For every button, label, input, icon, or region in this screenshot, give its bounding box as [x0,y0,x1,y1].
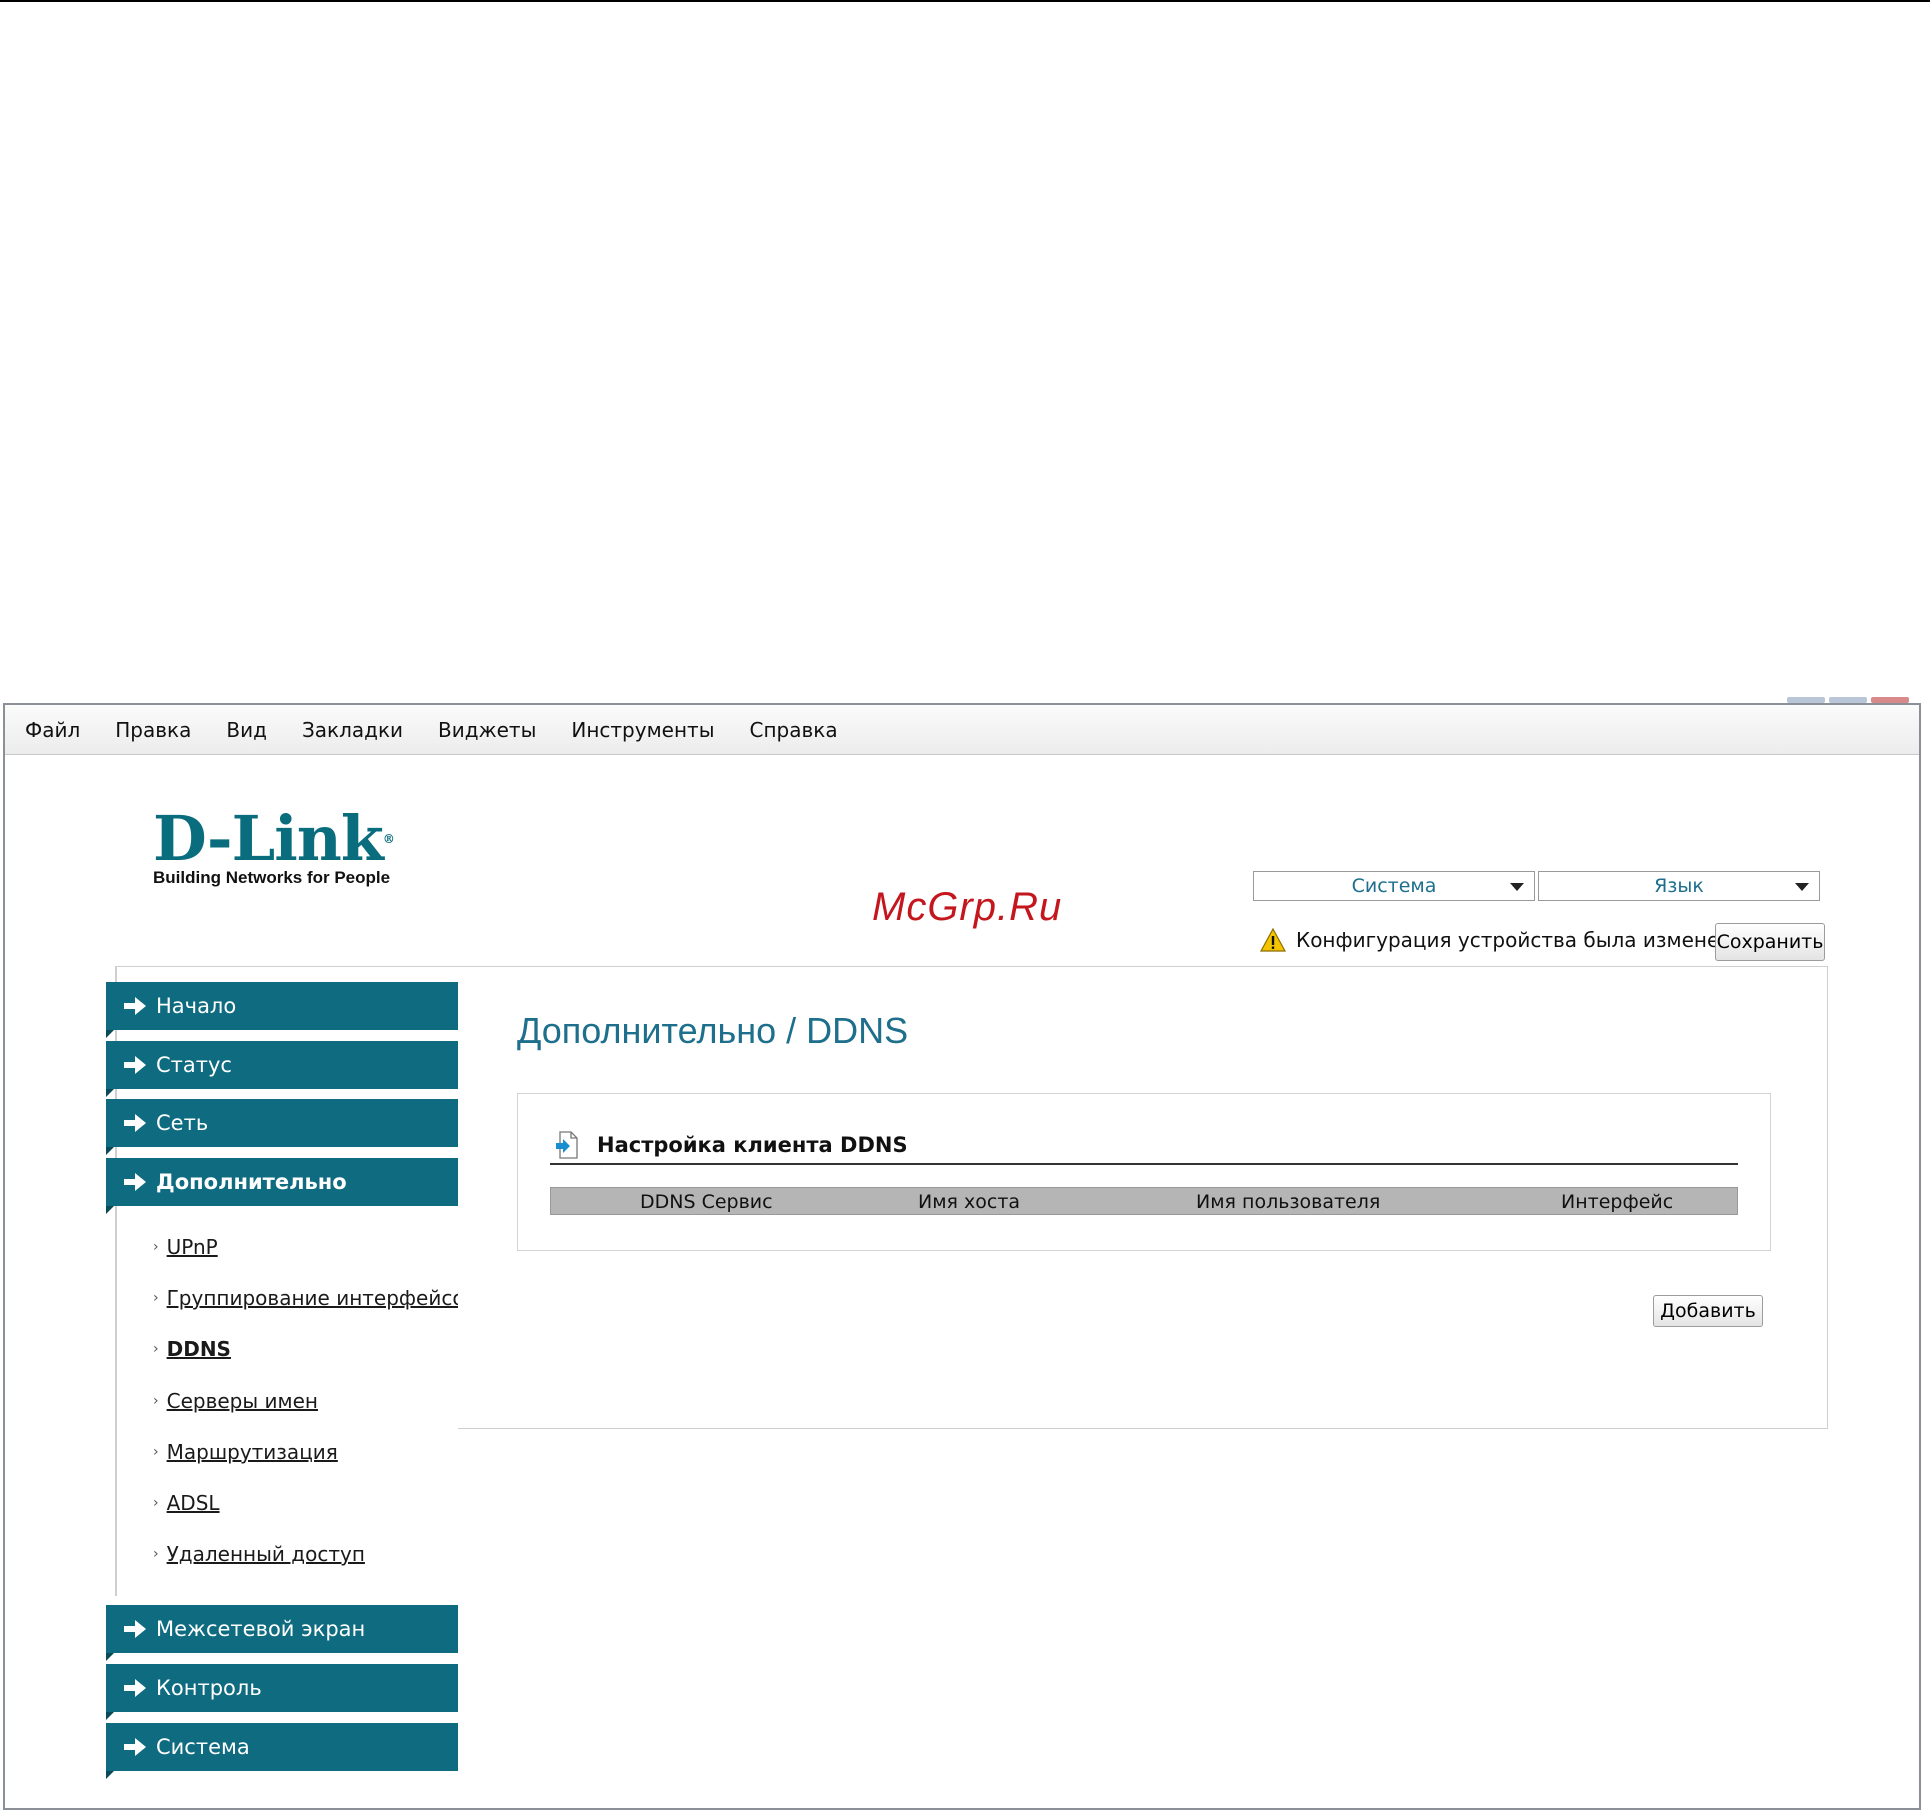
nav-item-advanced[interactable]: Дополнительно [106,1158,458,1214]
maximize-button[interactable] [1829,697,1867,703]
bullet-icon: › [153,1239,159,1255]
language-select[interactable]: Язык [1538,871,1820,901]
sub-item-ddns[interactable]: › DDNS [153,1337,231,1361]
nav-item-control[interactable]: Контроль [106,1664,458,1720]
ddns-table-header: DDNS Сервис Имя хоста Имя пользователя И… [550,1187,1738,1215]
nav-item-firewall[interactable]: Межсетевой экран [106,1605,458,1661]
sub-item-label: Группирование интерфейсов [166,1286,477,1310]
arrow-right-icon [124,1738,146,1756]
arrow-right-icon [124,1679,146,1697]
bullet-icon: › [153,1444,159,1460]
menu-widgets[interactable]: Виджеты [438,718,536,742]
menu-tools[interactable]: Инструменты [571,718,714,742]
browser-window: Файл Правка Вид Закладки Виджеты Инструм… [3,697,1921,1810]
watermark: McGrp.Ru [872,885,1063,929]
notice-text: Конфигурация устройства была изменена [1296,928,1745,952]
system-select-value: Система [1351,875,1437,897]
document-arrow-icon [556,1131,578,1159]
nav-item-label: Сеть [156,1111,209,1135]
chevron-down-icon [1510,883,1524,891]
language-select-value: Язык [1654,875,1704,897]
chevron-down-icon [1795,883,1809,891]
column-header-interface: Интерфейс [1561,1191,1674,1213]
top-rule [0,0,1930,2]
sub-item-interface-grouping[interactable]: › Группирование интерфейсов [153,1286,476,1310]
menu-help[interactable]: Справка [749,718,837,742]
sub-item-label: DDNS [166,1337,231,1361]
config-changed-notice: Конфигурация устройства была изменена [1260,928,1745,952]
sub-item-label: Удаленный доступ [166,1542,365,1566]
menu-bookmarks[interactable]: Закладки [302,718,403,742]
sub-item-remote-access[interactable]: › Удаленный доступ [153,1542,365,1566]
window-controls [1787,697,1909,703]
arrow-right-icon [124,1173,146,1191]
minimize-button[interactable] [1787,697,1825,703]
nav-item-label: Дополнительно [156,1170,347,1194]
sub-item-upnp[interactable]: › UPnP [153,1235,218,1259]
nav-item-status[interactable]: Статус [106,1041,458,1097]
bullet-icon: › [153,1546,159,1562]
menu-bar: Файл Правка Вид Закладки Виджеты Инструм… [5,705,1919,755]
nav-item-system[interactable]: Система [106,1723,458,1779]
sub-item-name-servers[interactable]: › Серверы имен [153,1389,318,1413]
dlink-logo: D-Link® Building Networks for People [153,802,395,888]
bullet-icon: › [153,1341,159,1357]
nav-item-home[interactable]: Начало [106,982,458,1038]
nav-item-label: Начало [156,994,237,1018]
nav-item-label: Контроль [156,1676,262,1700]
section-title: Настройка клиента DDNS [555,1131,908,1159]
ddns-section [517,1093,1771,1251]
sub-item-label: UPnP [166,1235,218,1259]
save-button[interactable]: Сохранить [1715,923,1825,961]
arrow-right-icon [124,1056,146,1074]
nav-item-label: Межсетевой экран [156,1617,366,1641]
sub-item-label: Маршрутизация [166,1440,338,1464]
bullet-icon: › [153,1290,159,1306]
page-title: Дополнительно / DDNS [517,1010,909,1051]
sub-item-routing[interactable]: › Маршрутизация [153,1440,338,1464]
menu-file[interactable]: Файл [25,718,80,742]
nav-item-label: Система [156,1735,250,1759]
sub-item-adsl[interactable]: › ADSL [153,1491,220,1515]
bullet-icon: › [153,1393,159,1409]
add-button[interactable]: Добавить [1653,1295,1763,1327]
column-header-username: Имя пользователя [1196,1191,1381,1213]
sub-item-label: Серверы имен [166,1389,318,1413]
arrow-right-icon [124,1114,146,1132]
divider [550,1163,1738,1165]
column-header-hostname: Имя хоста [918,1191,1021,1213]
section-title-text: Настройка клиента DDNS [597,1133,908,1157]
logo-brand: D-Link [153,802,384,875]
nav-item-network[interactable]: Сеть [106,1099,458,1155]
warning-icon [1260,928,1286,952]
close-button[interactable] [1871,697,1909,703]
bullet-icon: › [153,1495,159,1511]
arrow-right-icon [124,1620,146,1638]
logo-tagline: Building Networks for People [153,868,391,887]
nav-item-label: Статус [156,1053,232,1077]
menu-view[interactable]: Вид [226,718,267,742]
arrow-right-icon [124,997,146,1015]
menu-edit[interactable]: Правка [115,718,191,742]
system-select[interactable]: Система [1253,871,1535,901]
column-header-ddns-service: DDNS Сервис [640,1191,773,1213]
sub-item-label: ADSL [166,1491,220,1515]
